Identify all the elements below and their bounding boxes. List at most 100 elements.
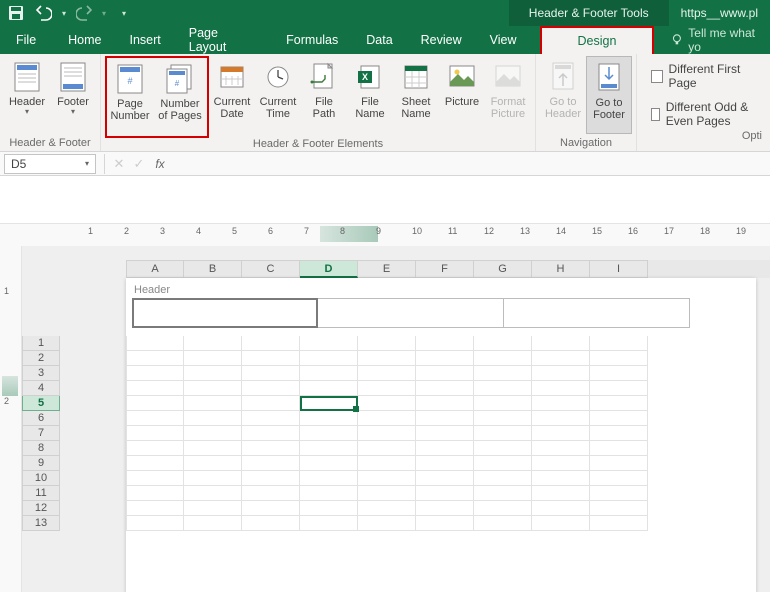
cell[interactable]: [300, 456, 358, 471]
different-odd-even-checkbox[interactable]: Different Odd & Even Pages: [651, 100, 758, 128]
cell[interactable]: [590, 501, 648, 516]
cell[interactable]: [126, 501, 184, 516]
cell[interactable]: [300, 441, 358, 456]
cell[interactable]: [474, 456, 532, 471]
cell[interactable]: [474, 471, 532, 486]
cell[interactable]: [532, 471, 590, 486]
cell[interactable]: [358, 336, 416, 351]
cell[interactable]: [590, 411, 648, 426]
column-header[interactable]: G: [474, 260, 532, 278]
tab-insert[interactable]: Insert: [116, 26, 175, 54]
cell[interactable]: [358, 471, 416, 486]
qat-customize-icon[interactable]: ▾: [122, 9, 126, 18]
cell[interactable]: [416, 366, 474, 381]
cell[interactable]: [416, 351, 474, 366]
cell[interactable]: [300, 486, 358, 501]
cell[interactable]: [184, 351, 242, 366]
cell[interactable]: [532, 396, 590, 411]
cell[interactable]: [300, 471, 358, 486]
cell[interactable]: [300, 336, 358, 351]
cell[interactable]: [184, 411, 242, 426]
cell[interactable]: [416, 471, 474, 486]
cell[interactable]: [126, 411, 184, 426]
cell[interactable]: [242, 351, 300, 366]
row-header[interactable]: 2: [22, 351, 60, 366]
cell[interactable]: [358, 486, 416, 501]
cell[interactable]: [474, 516, 532, 531]
name-box[interactable]: D5 ▾: [4, 154, 96, 174]
cell[interactable]: [358, 441, 416, 456]
cell[interactable]: [590, 486, 648, 501]
cell[interactable]: [416, 336, 474, 351]
file-path-button[interactable]: FilePath: [301, 56, 347, 134]
cell[interactable]: [532, 426, 590, 441]
cell[interactable]: [300, 426, 358, 441]
cell[interactable]: [126, 381, 184, 396]
cell[interactable]: [474, 486, 532, 501]
cell[interactable]: [126, 456, 184, 471]
cell[interactable]: [242, 486, 300, 501]
cell[interactable]: [242, 336, 300, 351]
cell[interactable]: [242, 441, 300, 456]
selected-cell[interactable]: [300, 396, 358, 411]
cell[interactable]: [358, 426, 416, 441]
cell[interactable]: [474, 441, 532, 456]
cell[interactable]: [242, 366, 300, 381]
cell[interactable]: [590, 471, 648, 486]
cell[interactable]: [184, 456, 242, 471]
column-header[interactable]: E: [358, 260, 416, 278]
horizontal-ruler[interactable]: 12345678910111213141516171819: [0, 224, 770, 246]
cell[interactable]: [532, 456, 590, 471]
tab-file[interactable]: File: [0, 26, 54, 54]
cell[interactable]: [416, 441, 474, 456]
cell[interactable]: [532, 336, 590, 351]
redo-icon[interactable]: [74, 3, 94, 23]
cell[interactable]: [416, 501, 474, 516]
cell[interactable]: [532, 501, 590, 516]
cell[interactable]: [358, 516, 416, 531]
tab-view[interactable]: View: [476, 26, 531, 54]
cell[interactable]: [242, 426, 300, 441]
current-time-button[interactable]: CurrentTime: [255, 56, 301, 134]
cell[interactable]: [474, 411, 532, 426]
tell-me-search[interactable]: Tell me what yo: [670, 26, 770, 54]
tab-design[interactable]: Design: [540, 26, 655, 54]
tab-home[interactable]: Home: [54, 26, 115, 54]
cell[interactable]: [532, 411, 590, 426]
cell[interactable]: [300, 501, 358, 516]
undo-dropdown-icon[interactable]: ▾: [62, 9, 66, 18]
cell[interactable]: [416, 456, 474, 471]
row-header[interactable]: 1: [22, 336, 60, 351]
column-header[interactable]: C: [242, 260, 300, 278]
cell[interactable]: [532, 351, 590, 366]
vertical-ruler[interactable]: 12: [0, 246, 22, 592]
cell[interactable]: [184, 366, 242, 381]
row-header[interactable]: 13: [22, 516, 60, 531]
undo-icon[interactable]: [34, 3, 54, 23]
cell[interactable]: [590, 366, 648, 381]
cell[interactable]: [184, 426, 242, 441]
goto-footer-button[interactable]: Go toFooter: [586, 56, 632, 134]
column-header[interactable]: A: [126, 260, 184, 278]
cell[interactable]: [242, 516, 300, 531]
cell[interactable]: [184, 501, 242, 516]
formula-input[interactable]: [169, 154, 770, 174]
picture-button[interactable]: Picture: [439, 56, 485, 134]
header-right-section[interactable]: [504, 298, 690, 328]
cell[interactable]: [532, 366, 590, 381]
fx-icon[interactable]: fx: [149, 154, 169, 174]
cell[interactable]: [532, 381, 590, 396]
cell[interactable]: [474, 426, 532, 441]
cell[interactable]: [184, 486, 242, 501]
cell[interactable]: [474, 396, 532, 411]
cell[interactable]: [532, 486, 590, 501]
cell[interactable]: [126, 336, 184, 351]
current-date-button[interactable]: CurrentDate: [209, 56, 255, 134]
cell[interactable]: [126, 516, 184, 531]
cell[interactable]: [126, 426, 184, 441]
cell[interactable]: [184, 381, 242, 396]
column-header[interactable]: I: [590, 260, 648, 278]
header-center-section[interactable]: [318, 298, 504, 328]
column-header[interactable]: D: [300, 260, 358, 278]
cell[interactable]: [590, 336, 648, 351]
